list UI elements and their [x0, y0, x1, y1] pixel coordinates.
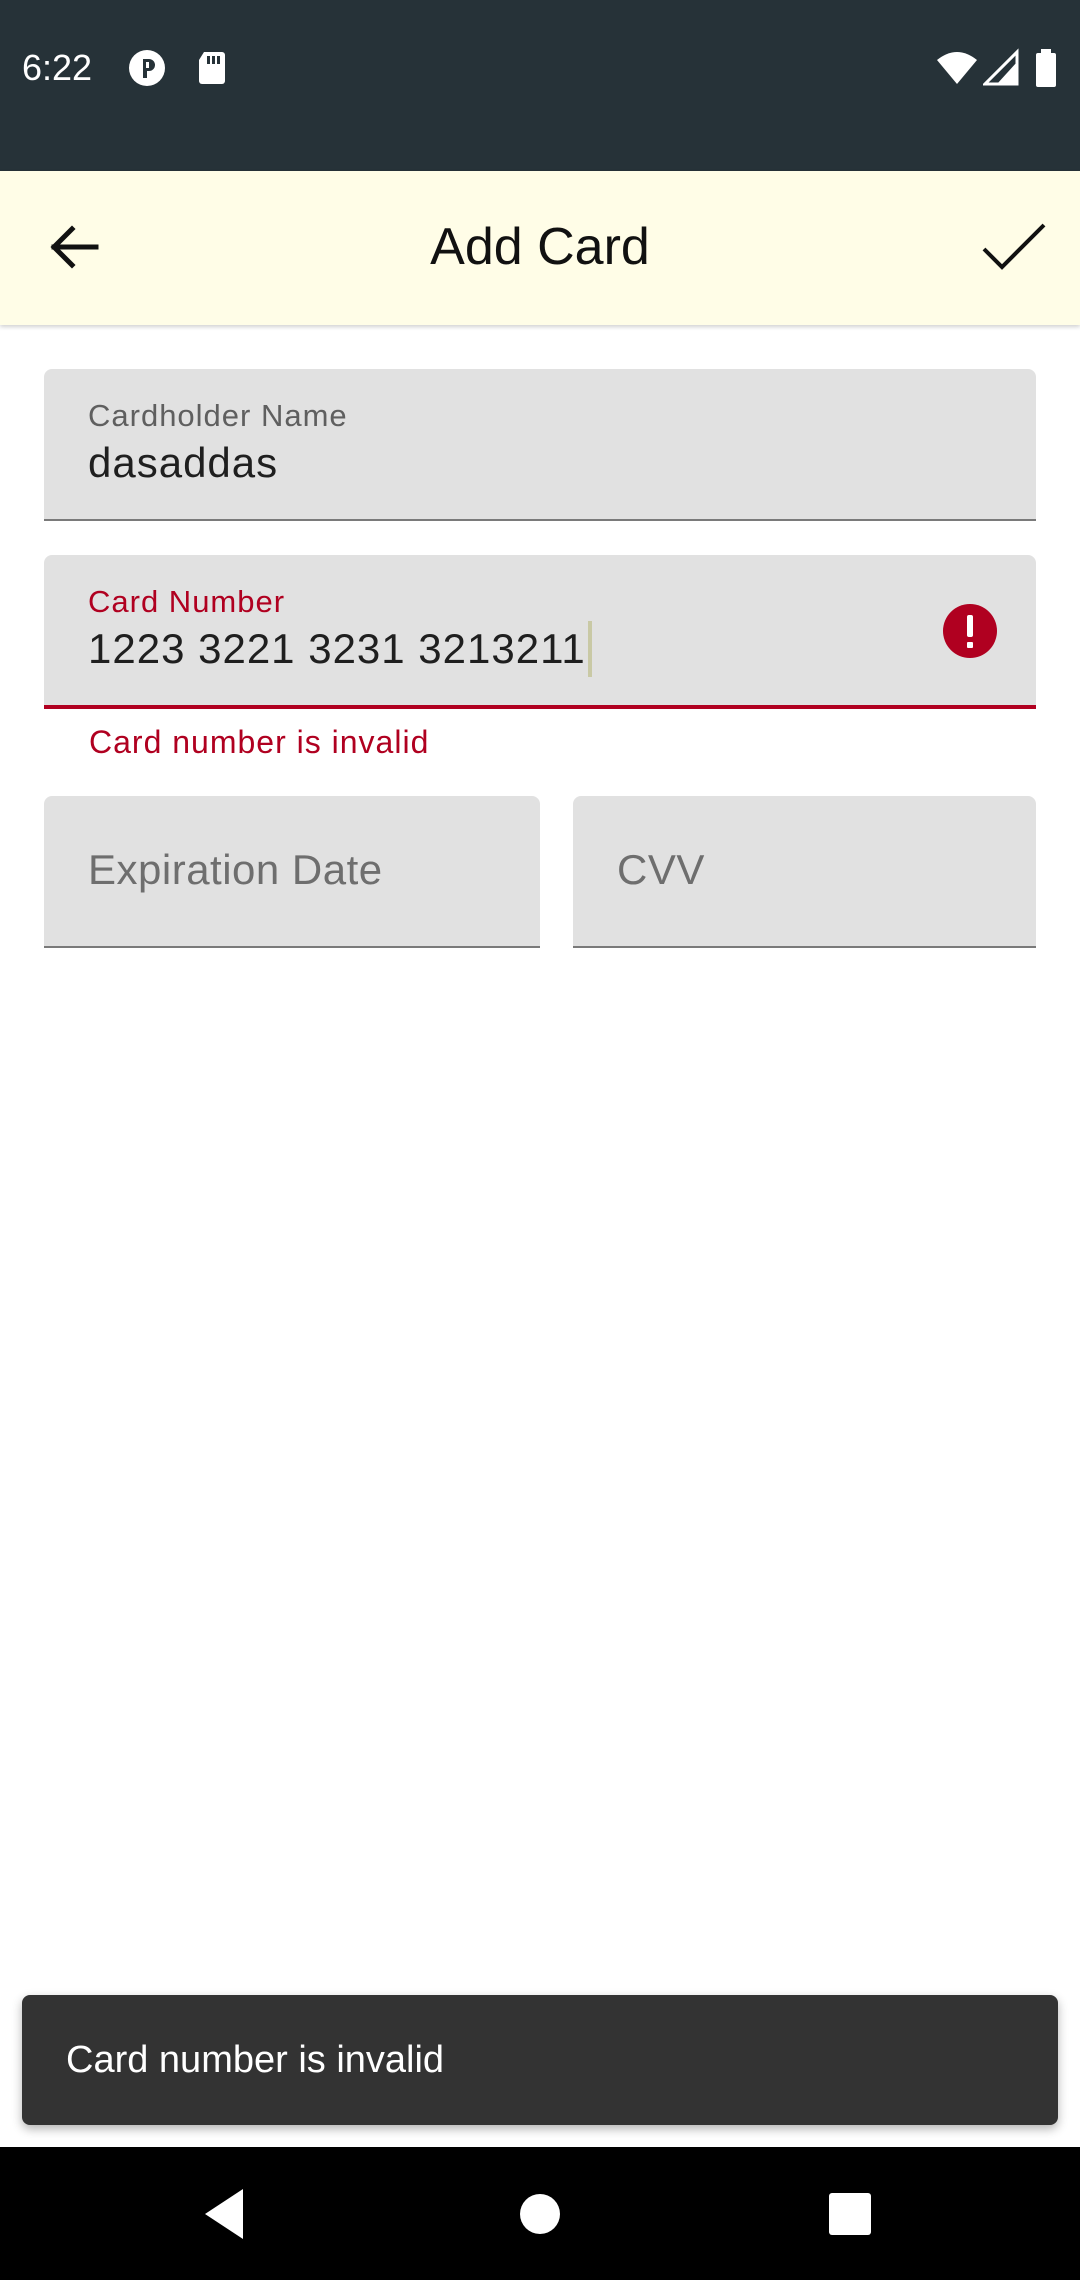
status-bar: 6:22 [0, 0, 1080, 171]
status-time: 6:22 [22, 47, 93, 88]
home-circle-icon[interactable] [505, 2179, 575, 2249]
notification-p-icon [129, 50, 165, 86]
cvv-field[interactable]: CVV [573, 796, 1036, 948]
navigation-bar [0, 2147, 1080, 2280]
page-title: Add Card [430, 218, 650, 276]
card-number-field[interactable]: Card Number 1223 3221 3231 3213211 [44, 555, 1036, 709]
check-icon[interactable] [974, 207, 1054, 287]
snackbar: Card number is invalid [22, 1995, 1058, 2125]
app-bar: Add Card [0, 171, 1080, 325]
card-number-error-text: Card number is invalid [89, 724, 430, 760]
cardholder-name-field[interactable]: Cardholder Name dasaddas [44, 369, 1036, 521]
snackbar-message: Card number is invalid [66, 2039, 445, 2081]
cardholder-name-value: dasaddas [88, 439, 279, 486]
battery-icon [1036, 49, 1056, 87]
card-number-value: 1223 3221 3231 3213211 [88, 620, 592, 677]
wifi-icon [937, 52, 977, 84]
error-icon [943, 604, 997, 658]
expiration-date-placeholder: Expiration Date [88, 846, 383, 893]
cvv-placeholder: CVV [617, 846, 705, 893]
card-number-label: Card Number [88, 584, 286, 619]
card-number-text: 1223 3221 3231 3213211 [88, 625, 586, 672]
text-caret [587, 620, 592, 677]
sd-card-icon [199, 52, 225, 84]
recents-square-icon[interactable] [815, 2179, 885, 2249]
back-triangle-icon[interactable] [191, 2179, 261, 2249]
expiration-date-field[interactable]: Expiration Date [44, 796, 540, 948]
signal-icon [983, 48, 1019, 86]
add-card-screen: 6:22 Add Card Cardholder Name dasaddas C… [0, 0, 1080, 2280]
cardholder-name-label: Cardholder Name [88, 398, 348, 433]
